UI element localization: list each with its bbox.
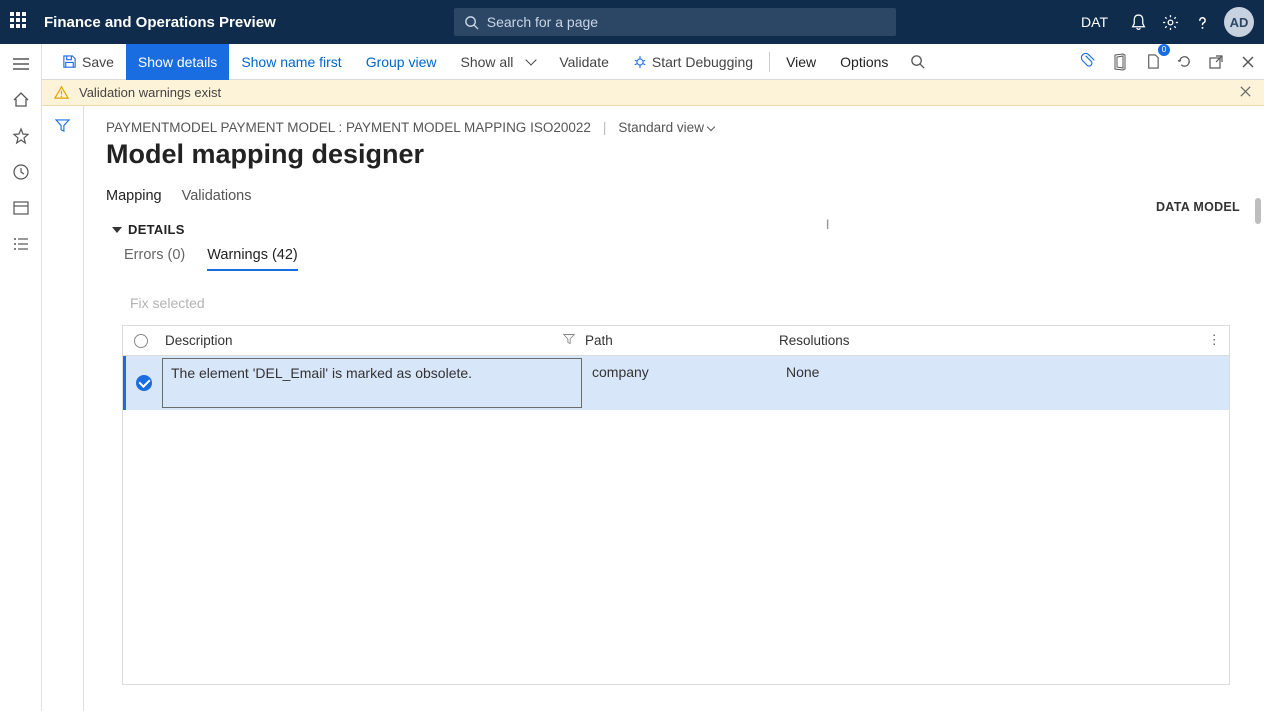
messages-icon[interactable]: 0 xyxy=(1137,47,1167,77)
fix-selected-button[interactable]: Fix selected xyxy=(130,287,1244,325)
global-search[interactable] xyxy=(454,8,896,36)
chevron-down-icon xyxy=(526,54,537,65)
close-icon[interactable] xyxy=(1233,47,1263,77)
hamburger-icon[interactable] xyxy=(11,54,31,74)
validate-button[interactable]: Validate xyxy=(547,44,621,80)
debug-icon xyxy=(633,55,647,69)
warning-message: Validation warnings exist xyxy=(79,85,221,100)
messages-badge: 0 xyxy=(1158,44,1170,56)
attachments-icon[interactable] xyxy=(1073,47,1103,77)
notifications-icon[interactable] xyxy=(1124,8,1152,36)
warning-bar: Validation warnings exist xyxy=(42,80,1264,106)
breadcrumb-path: PAYMENTMODEL PAYMENT MODEL : PAYMENT MOD… xyxy=(106,120,591,135)
scrollbar-thumb[interactable] xyxy=(1255,198,1261,224)
search-icon xyxy=(910,54,925,69)
help-icon[interactable] xyxy=(1188,8,1216,36)
popout-icon[interactable] xyxy=(1201,47,1231,77)
column-resolutions[interactable]: Resolutions xyxy=(773,333,1229,348)
find-button[interactable] xyxy=(902,44,933,80)
details-tabs: Errors (0) Warnings (42) xyxy=(124,247,1244,271)
modules-icon[interactable] xyxy=(11,234,31,254)
options-button[interactable]: Options xyxy=(828,44,900,80)
top-nav-bar: Finance and Operations Preview DAT AD xyxy=(0,0,1264,44)
favorites-icon[interactable] xyxy=(11,126,31,146)
start-debugging-button[interactable]: Start Debugging xyxy=(621,44,765,80)
show-details-button[interactable]: Show details xyxy=(126,44,229,80)
cell-resolutions: None xyxy=(780,356,1229,410)
tab-errors[interactable]: Errors (0) xyxy=(124,247,185,271)
settings-icon[interactable] xyxy=(1156,8,1184,36)
save-label: Save xyxy=(82,54,114,70)
divider xyxy=(769,52,770,72)
warning-close-icon[interactable] xyxy=(1239,85,1252,101)
search-icon xyxy=(464,15,479,30)
view-selector[interactable]: Standard view xyxy=(618,120,714,135)
collapse-icon xyxy=(112,227,122,233)
main-tabs: Mapping Validations xyxy=(106,188,1244,208)
column-menu-icon[interactable]: ⋮ xyxy=(1208,332,1222,348)
pane-resize-handle[interactable] xyxy=(826,214,832,224)
filter-pane-strip xyxy=(42,106,84,711)
recent-icon[interactable] xyxy=(11,162,31,182)
refresh-icon[interactable] xyxy=(1169,47,1199,77)
content-region: PAYMENTMODEL PAYMENT MODEL : PAYMENT MOD… xyxy=(42,106,1264,711)
column-filter-icon[interactable] xyxy=(563,333,575,348)
home-icon[interactable] xyxy=(11,90,31,110)
tab-validations[interactable]: Validations xyxy=(182,188,252,208)
show-name-first-button[interactable]: Show name first xyxy=(229,44,353,80)
page-title: Model mapping designer xyxy=(106,139,1244,170)
user-avatar[interactable]: AD xyxy=(1224,7,1254,37)
save-button[interactable]: Save xyxy=(50,44,126,80)
view-button[interactable]: View xyxy=(774,44,828,80)
left-rail xyxy=(0,44,42,711)
workspaces-icon[interactable] xyxy=(11,198,31,218)
company-selector[interactable]: DAT xyxy=(1081,14,1108,30)
filter-icon[interactable] xyxy=(55,118,70,711)
app-title: Finance and Operations Preview xyxy=(44,14,276,31)
select-all-checkbox[interactable] xyxy=(123,334,159,348)
office-icon[interactable] xyxy=(1105,47,1135,77)
show-all-button[interactable]: Show all xyxy=(449,44,548,80)
tab-warnings[interactable]: Warnings (42) xyxy=(207,247,298,271)
grid-header: Description Path Resolutions ⋮ xyxy=(123,326,1229,356)
details-header[interactable]: DETAILS xyxy=(112,222,1244,237)
row-checkbox[interactable] xyxy=(126,356,162,410)
column-description[interactable]: Description xyxy=(159,333,579,348)
breadcrumb: PAYMENTMODEL PAYMENT MODEL : PAYMENT MOD… xyxy=(106,120,1244,135)
cell-description[interactable]: The element 'DEL_Email' is marked as obs… xyxy=(162,358,582,408)
group-view-button[interactable]: Group view xyxy=(354,44,449,80)
search-input[interactable] xyxy=(487,14,886,30)
cell-path: company xyxy=(586,356,780,410)
chevron-down-icon xyxy=(707,122,715,130)
grid-row[interactable]: The element 'DEL_Email' is marked as obs… xyxy=(123,356,1229,410)
save-icon xyxy=(62,54,77,69)
column-path[interactable]: Path xyxy=(579,333,773,348)
warning-icon xyxy=(54,85,69,100)
app-launcher-icon[interactable] xyxy=(10,12,30,32)
command-bar: Save Show details Show name first Group … xyxy=(42,44,1264,80)
tab-mapping[interactable]: Mapping xyxy=(106,188,162,208)
warnings-grid: Description Path Resolutions ⋮ The eleme… xyxy=(122,325,1230,685)
data-model-panel-title: DATA MODEL xyxy=(1156,200,1240,214)
